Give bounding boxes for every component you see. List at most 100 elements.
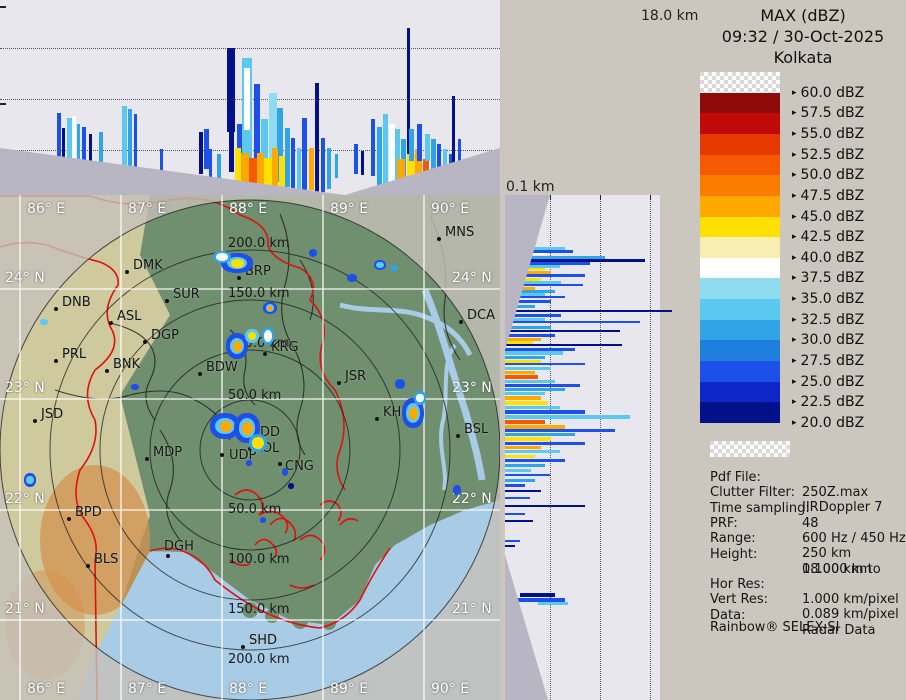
echo-bar <box>134 114 137 172</box>
legend-band <box>700 195 780 217</box>
echo-bar <box>505 420 545 424</box>
legend-entry: ▸ 30.0 dBZ <box>792 330 864 350</box>
echo-core <box>409 407 418 421</box>
axis-tick <box>0 103 6 105</box>
height-gridline <box>650 195 651 700</box>
echo-bar <box>505 406 560 409</box>
metadata-row: Pdf File: 250Z.max <box>710 470 906 500</box>
echo-bar <box>505 388 565 391</box>
legend-entry: ▸ 45.0 dBZ <box>792 207 864 227</box>
height-gridline <box>0 48 500 49</box>
echo-bar <box>89 134 92 172</box>
legend-entry: ▸ 50.0 dBZ <box>792 165 864 185</box>
no-data-swatch <box>710 441 790 457</box>
legend-arrow-icon: ▸ <box>792 170 797 181</box>
precipitation-echo <box>453 485 461 495</box>
legend-entry: ▸ 37.5 dBZ <box>792 268 864 288</box>
echo-bar <box>505 520 533 522</box>
precipitation-echo <box>24 473 36 487</box>
precipitation-echo <box>260 517 266 523</box>
legend-entry: ▸ 25.0 dBZ <box>792 372 864 392</box>
legend-band <box>700 133 780 155</box>
echo-bar <box>291 138 295 189</box>
echo-bar <box>309 148 314 190</box>
legend-band <box>700 340 780 362</box>
software-credit: Rainbow® SELEX-SI <box>710 620 840 635</box>
legend-arrow-icon: ▸ <box>792 376 797 387</box>
metadata-row: Vert Res: 0.089 km/pixel <box>710 592 906 622</box>
legend-band <box>700 257 780 279</box>
echo-bar <box>361 151 364 175</box>
echo-bar <box>505 392 545 395</box>
legend-band <box>700 72 780 93</box>
echo-bar <box>99 132 103 172</box>
legend-entry-label: 25.0 dBZ <box>800 373 865 390</box>
precipitation-echo <box>249 434 267 452</box>
echo-bar <box>505 437 551 441</box>
legend-band <box>700 113 780 134</box>
echo-bar <box>505 497 530 499</box>
echo-bar <box>383 114 388 190</box>
echo-bar <box>272 148 278 195</box>
legend-entry: ▸ 32.5 dBZ <box>792 310 864 330</box>
echo-bar <box>128 109 132 172</box>
radar-map-panel: 86° E 86° E 87° E 87° E 88° E 88° E 89° E 89° E… <box>0 195 501 700</box>
legend-band <box>700 299 780 320</box>
echo-bar <box>505 540 520 542</box>
echo-bar <box>297 148 301 190</box>
legend-entry-label: 42.5 dBZ <box>800 229 865 246</box>
echo-bar <box>505 484 525 487</box>
echo-core <box>219 420 232 433</box>
echo-bar <box>257 153 264 195</box>
metadata-row: Time sampling: 48 <box>710 500 906 531</box>
legend-entry: ▸ 52.5 dBZ <box>792 145 864 165</box>
echo-bar <box>505 296 565 298</box>
precipitation-echo <box>374 260 386 270</box>
legend-entry: ▸ 57.5 dBZ <box>792 103 864 123</box>
echo-bar <box>505 268 545 270</box>
legend-entry: ▸ 42.5 dBZ <box>792 227 864 247</box>
legend-band <box>700 361 780 382</box>
echo-core <box>233 340 242 353</box>
echo-bar <box>204 129 209 169</box>
legend-entry-label: 57.5 dBZ <box>800 105 865 122</box>
legend-arrow-icon: ▸ <box>792 417 797 428</box>
metadata-label: Time sampling: <box>710 500 810 516</box>
echo-bar <box>489 167 492 190</box>
height-gridline <box>600 195 601 700</box>
product-title: MAX (dBZ) <box>760 6 846 25</box>
echo-inner <box>376 261 384 269</box>
radar-display-window: 86° E 86° E 87° E 87° E 88° E 88° E 89° E 89° E… <box>0 0 906 700</box>
metadata-row: Height: 0.100 km to <box>710 547 906 577</box>
legend-entry-label: 37.5 dBZ <box>800 270 865 287</box>
echo-bar <box>505 469 531 472</box>
echo-bar <box>505 464 545 467</box>
echo-bar <box>505 459 565 462</box>
precipitation-echo <box>395 379 405 389</box>
metadata-row: PRF: 600 Hz / 450 Hz <box>710 516 906 546</box>
echo-bar <box>417 124 422 161</box>
echo-bar <box>505 356 545 359</box>
echo-bar <box>505 410 585 414</box>
echo-inner <box>416 393 424 403</box>
echo-bar <box>199 132 203 174</box>
legend-band <box>700 237 780 258</box>
echo-bar <box>249 158 257 195</box>
echo-bar <box>397 159 405 190</box>
legend-entry-label: 22.5 dBZ <box>800 394 865 411</box>
legend-band <box>700 154 780 176</box>
echo-bar <box>505 330 620 332</box>
legend-entry: ▸ 27.5 dBZ <box>792 351 864 371</box>
echo-bar <box>505 433 575 436</box>
echo-bar <box>505 367 551 370</box>
echo-bar <box>464 159 467 185</box>
echo-bar <box>82 127 86 172</box>
echo-bar <box>315 83 319 192</box>
legend-arrow-icon: ▸ <box>792 397 797 408</box>
echo-bar <box>505 455 535 458</box>
echo-inner <box>26 475 34 485</box>
echo-bar <box>505 310 672 312</box>
legend-entry-label: 27.5 dBZ <box>800 353 865 370</box>
product-datetime: 09:32 / 30-Oct-2025 <box>721 27 885 46</box>
echo-bar <box>505 305 535 308</box>
